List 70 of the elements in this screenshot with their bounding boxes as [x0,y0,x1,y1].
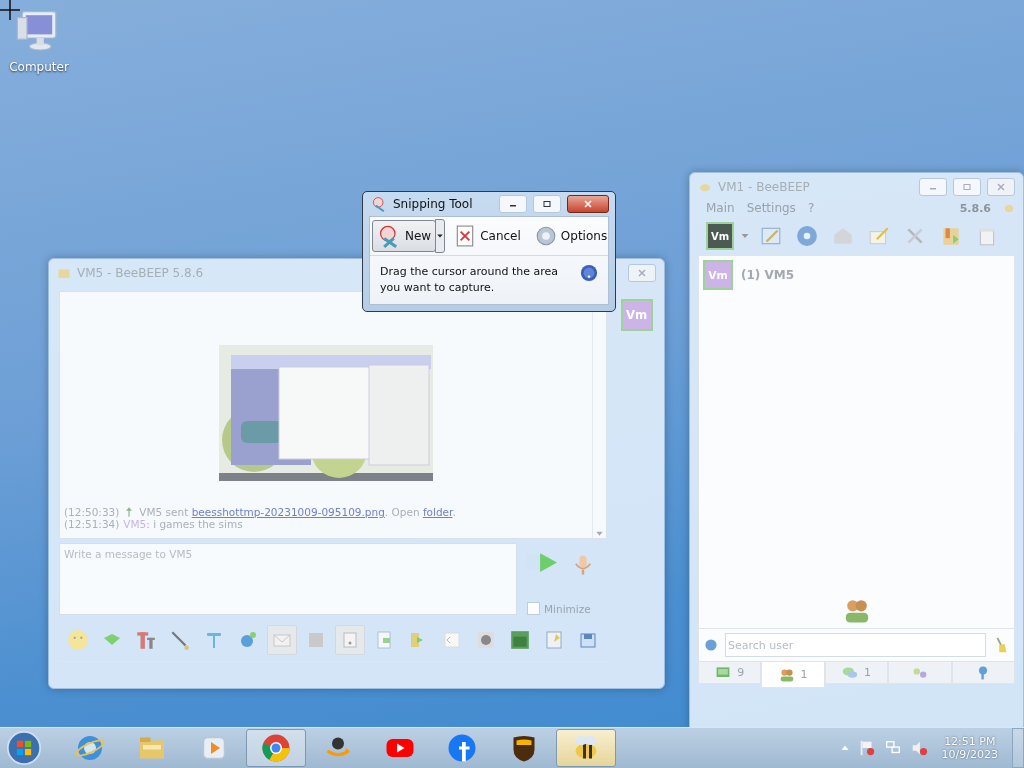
window-title: VM1 - BeeBEEP [718,180,810,194]
desktop-icon-label[interactable]: Computer [9,60,69,74]
trash-icon [976,225,998,247]
spreadsheet-icon [509,629,531,651]
close-icon [583,199,593,209]
close-icon [996,182,1006,192]
clock[interactable]: 12:51 PM 10/9/2023 [935,735,1004,761]
record-icon [476,630,496,650]
broadcast-icon [796,225,818,247]
version-label: 5.8.6 [959,201,991,215]
menu-item[interactable]: Main [706,201,735,215]
minimize-checkbox[interactable] [527,602,540,615]
chat-message: VM5 sent beesshottmp-20231009-095109.png. Open folder. [139,506,456,518]
bookmark-icon [940,225,962,247]
help-icon [580,264,598,282]
file-link[interactable]: folder [422,506,453,518]
note-pen-icon [868,225,890,247]
code-icon [442,630,462,650]
instruction-text: Drag the cursor around the area you want to capture. [380,264,560,296]
memo-icon [544,630,564,650]
tab[interactable]: 1 [824,662,889,684]
chat-bubbles-icon [842,664,858,681]
pin-icon [204,630,224,650]
user-avatar: Vm [703,260,733,290]
crosshair-icon [0,0,20,20]
search-field[interactable]: Search user [725,633,986,657]
globe-icon [75,733,105,763]
close-icon [637,268,647,278]
restore-icon [542,199,552,209]
circle-icon [447,733,477,763]
caret-icon [436,232,445,240]
taskbar-app-button[interactable] [556,729,616,767]
file-link[interactable]: beesshottmp-20231009-095109.png [191,506,385,518]
round-logo-icon [261,733,291,763]
close-button[interactable] [567,195,609,213]
message-input[interactable]: Write a message to VM5 [59,543,517,615]
user-avatar: Vm [620,299,653,331]
users-icon [778,666,795,683]
restore-icon [962,182,972,192]
tray-expand-icon [839,743,850,753]
font-icon [135,629,157,651]
document-icon [374,630,394,650]
message-time: (12:51:34) [64,518,120,530]
smiley-icon [67,629,89,651]
scissors-icon [371,196,387,212]
minimize-button[interactable] [499,195,527,213]
message-time: (12:50:33) [64,506,120,518]
window-title: VM5 - BeeBEEP 5.8.6 [77,266,204,280]
status-avatar-button[interactable]: Vm [706,222,734,250]
restore-button[interactable] [533,195,561,213]
pen-icon [169,629,191,651]
edit-profile-icon [760,225,782,247]
tab[interactable]: 9 [698,662,762,684]
cancel-button[interactable]: Cancel [449,220,526,252]
user-name[interactable]: (1) VM5 [741,268,795,282]
show-desktop-button[interactable] [1012,728,1024,768]
chat-message: VM5: i games the sims [123,518,243,530]
tab[interactable] [951,662,1016,684]
tab[interactable]: 1 [761,662,825,688]
window-title: Snipping Tool [393,197,473,211]
minimize-button[interactable] [919,178,947,196]
options-button[interactable]: Options [529,220,613,252]
mode-dropdown[interactable] [435,219,446,253]
minimize-label: Minimize [544,602,591,615]
tab[interactable] [888,662,952,684]
menu-item[interactable]: Settings [746,201,796,215]
new-button[interactable]: New [372,220,437,252]
save-icon [578,630,598,650]
menu-item[interactable]: ? [807,201,815,215]
scroll-down-icon [595,529,604,538]
